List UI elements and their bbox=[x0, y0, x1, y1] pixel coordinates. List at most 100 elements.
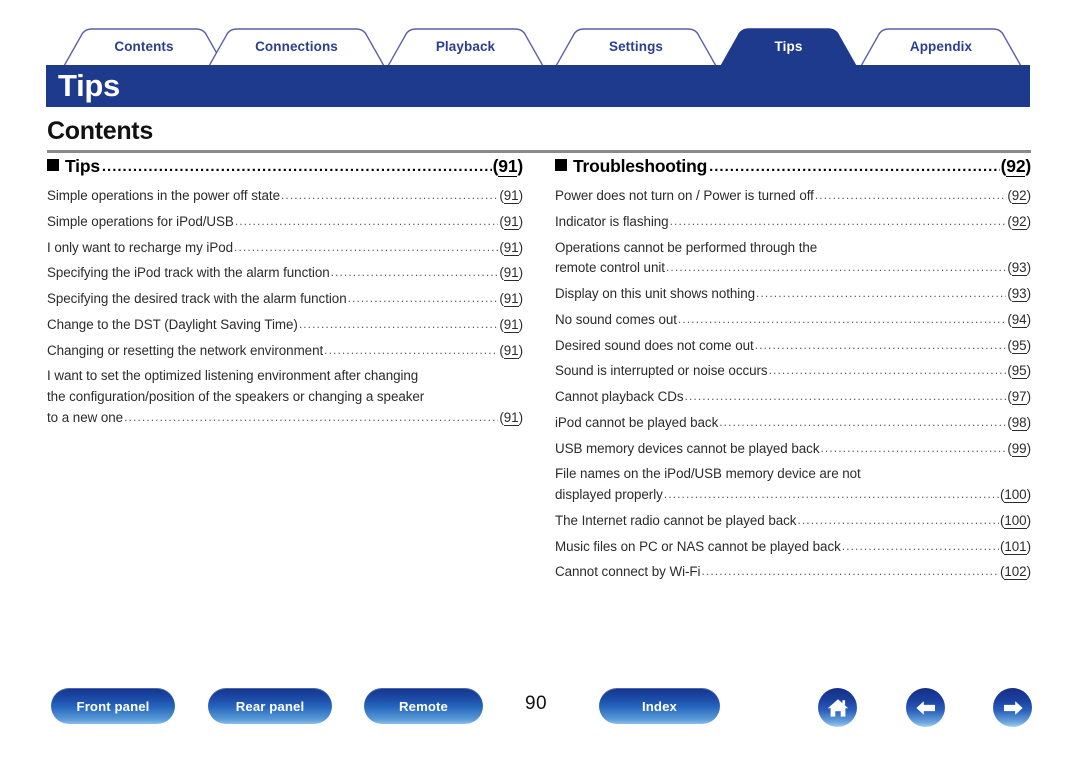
page-ref[interactable]: (92) bbox=[1007, 188, 1031, 204]
toc-entry-label: Change to the DST (Daylight Saving Time) bbox=[47, 316, 298, 332]
toc-section-heading[interactable]: Tips....................................… bbox=[47, 156, 523, 177]
toc-entry-page[interactable]: (91) bbox=[499, 341, 523, 362]
toc-entry-page[interactable]: (99) bbox=[1007, 439, 1031, 460]
remote-button[interactable]: Remote bbox=[364, 688, 483, 724]
section-bullet-icon bbox=[555, 159, 567, 171]
index-button[interactable]: Index bbox=[599, 688, 720, 724]
page-ref[interactable]: (93) bbox=[1007, 285, 1031, 302]
page-ref[interactable]: (91) bbox=[499, 409, 523, 426]
tab-appendix[interactable]: Appendix bbox=[861, 28, 1021, 66]
toc-entry[interactable]: Specifying the iPod track with the alarm… bbox=[47, 263, 523, 284]
toc-entry-page[interactable]: (91) bbox=[499, 186, 523, 207]
toc-entry[interactable]: Indicator is flashing...................… bbox=[555, 212, 1031, 233]
page-ref[interactable]: (91) bbox=[499, 265, 523, 282]
tab-label: Playback bbox=[435, 39, 496, 54]
toc-column-left: Tips....................................… bbox=[47, 156, 523, 433]
toc-entry-page[interactable]: (91) bbox=[499, 238, 523, 259]
toc-entry-page[interactable]: (92) bbox=[1007, 212, 1031, 233]
toc-entry[interactable]: Operations cannot be performed through t… bbox=[555, 238, 1031, 279]
toc-entry[interactable]: Desired sound does not come out.........… bbox=[555, 336, 1031, 357]
toc-entry-page[interactable]: (102) bbox=[1000, 562, 1031, 583]
toc-entry[interactable]: Changing or resetting the network enviro… bbox=[47, 341, 523, 362]
toc-entry[interactable]: Simple operations for iPod/USB..........… bbox=[47, 212, 523, 233]
toc-entry-page[interactable]: (92) bbox=[1007, 186, 1031, 207]
page-ref[interactable]: (99) bbox=[1007, 440, 1031, 457]
page-ref[interactable]: (91) bbox=[499, 239, 523, 256]
toc-entry[interactable]: No sound comes out......................… bbox=[555, 310, 1031, 331]
toc-entry-label: Cannot playback CDs bbox=[555, 389, 684, 405]
toc-entry[interactable]: Change to the DST (Daylight Saving Time)… bbox=[47, 315, 523, 336]
page-ref[interactable]: (92) bbox=[1001, 156, 1031, 177]
tab-connections[interactable]: Connections bbox=[209, 28, 384, 66]
toc-entry-page[interactable]: (91) bbox=[499, 212, 523, 233]
section-page[interactable]: (92) bbox=[1001, 156, 1031, 177]
page-ref[interactable]: (100) bbox=[1000, 487, 1031, 503]
toc-entry[interactable]: Specifying the desired track with the al… bbox=[47, 289, 523, 310]
page-ref[interactable]: (91) bbox=[499, 291, 523, 308]
leader-dots: ........................................… bbox=[669, 213, 1007, 228]
page-ref[interactable]: (93) bbox=[1007, 260, 1031, 277]
home-button[interactable] bbox=[818, 688, 857, 727]
page-ref[interactable]: (91) bbox=[493, 156, 523, 177]
toc-entry-page[interactable]: (95) bbox=[1007, 336, 1031, 357]
page-ref[interactable]: (91) bbox=[499, 213, 523, 230]
toc-entry[interactable]: File names on the iPod/USB memory device… bbox=[555, 464, 1031, 505]
toc-entry-page[interactable]: (100) bbox=[1000, 511, 1031, 532]
toc-entry-page[interactable]: (100) bbox=[1000, 485, 1031, 506]
page-ref[interactable]: (92) bbox=[1007, 213, 1031, 230]
tab-settings[interactable]: Settings bbox=[556, 28, 716, 66]
leader-dots: ........................................… bbox=[797, 512, 999, 527]
section-page[interactable]: (91) bbox=[493, 156, 523, 177]
toc-entry[interactable]: Sound is interrupted or noise occurs....… bbox=[555, 361, 1031, 382]
page-ref[interactable]: (91) bbox=[499, 188, 523, 204]
toc-entry-page[interactable]: (93) bbox=[1007, 258, 1031, 279]
page-ref[interactable]: (94) bbox=[1007, 311, 1031, 328]
front-panel-button[interactable]: Front panel bbox=[51, 688, 175, 724]
toc-entry-label: iPod cannot be played back bbox=[555, 414, 719, 430]
toc-entry-page[interactable]: (98) bbox=[1007, 413, 1031, 434]
toc-entry-page[interactable]: (95) bbox=[1007, 361, 1031, 382]
toc-entry-page[interactable]: (97) bbox=[1007, 387, 1031, 408]
previous-page-button[interactable] bbox=[906, 688, 945, 727]
page-ref[interactable]: (100) bbox=[1000, 512, 1031, 529]
page-ref[interactable]: (91) bbox=[499, 316, 523, 333]
toc-entry-page[interactable]: (91) bbox=[499, 263, 523, 284]
toc-entry[interactable]: Cannot playback CDs.....................… bbox=[555, 387, 1031, 408]
toc-entry-page[interactable]: (91) bbox=[499, 315, 523, 336]
leader-dots: ........................................… bbox=[298, 316, 499, 331]
next-page-button[interactable] bbox=[993, 688, 1032, 727]
toc-entry[interactable]: USB memory devices cannot be played back… bbox=[555, 439, 1031, 460]
toc-entry[interactable]: The Internet radio cannot be played back… bbox=[555, 511, 1031, 532]
tab-tips[interactable]: Tips bbox=[721, 28, 856, 66]
toc-section-heading[interactable]: Troubleshooting.........................… bbox=[555, 156, 1031, 177]
toc-entry-page[interactable]: (91) bbox=[499, 289, 523, 310]
toc-entry-page[interactable]: (93) bbox=[1007, 284, 1031, 305]
page-ref[interactable]: (91) bbox=[499, 342, 523, 359]
rear-panel-button[interactable]: Rear panel bbox=[208, 688, 332, 724]
page-ref[interactable]: (98) bbox=[1007, 414, 1031, 431]
page-ref[interactable]: (97) bbox=[1007, 389, 1031, 406]
toc-entry-label: The Internet radio cannot be played back bbox=[555, 512, 797, 528]
toc-entry[interactable]: iPod cannot be played back..............… bbox=[555, 413, 1031, 434]
toc-entry[interactable]: Music files on PC or NAS cannot be playe… bbox=[555, 537, 1031, 558]
toc-entry-label: Changing or resetting the network enviro… bbox=[47, 342, 324, 358]
arrow-left-icon bbox=[914, 699, 938, 717]
toc-entry-label: Cannot connect by Wi-Fi bbox=[555, 564, 701, 580]
toc-entry-page[interactable]: (94) bbox=[1007, 310, 1031, 331]
page-ref[interactable]: (102) bbox=[1000, 564, 1031, 581]
page-number: 90 bbox=[525, 693, 547, 714]
toc-entry-page[interactable]: (101) bbox=[1000, 537, 1031, 558]
page-ref[interactable]: (101) bbox=[1000, 538, 1031, 555]
toc-entry[interactable]: Cannot connect by Wi-Fi.................… bbox=[555, 562, 1031, 583]
toc-entry[interactable]: I only want to recharge my iPod.........… bbox=[47, 238, 523, 259]
toc-entry[interactable]: Power does not turn on / Power is turned… bbox=[555, 186, 1031, 207]
toc-entry[interactable]: Simple operations in the power off state… bbox=[47, 186, 523, 207]
tab-contents[interactable]: Contents bbox=[64, 28, 224, 66]
page-ref[interactable]: (95) bbox=[1007, 337, 1031, 354]
toc-entry[interactable]: I want to set the optimized listening en… bbox=[47, 366, 523, 428]
toc-entry-page[interactable]: (91) bbox=[499, 408, 523, 429]
page-ref[interactable]: (95) bbox=[1007, 363, 1031, 380]
leader-dots: ........................................… bbox=[677, 311, 1007, 326]
toc-entry[interactable]: Display on this unit shows nothing......… bbox=[555, 284, 1031, 305]
tab-playback[interactable]: Playback bbox=[388, 28, 543, 66]
